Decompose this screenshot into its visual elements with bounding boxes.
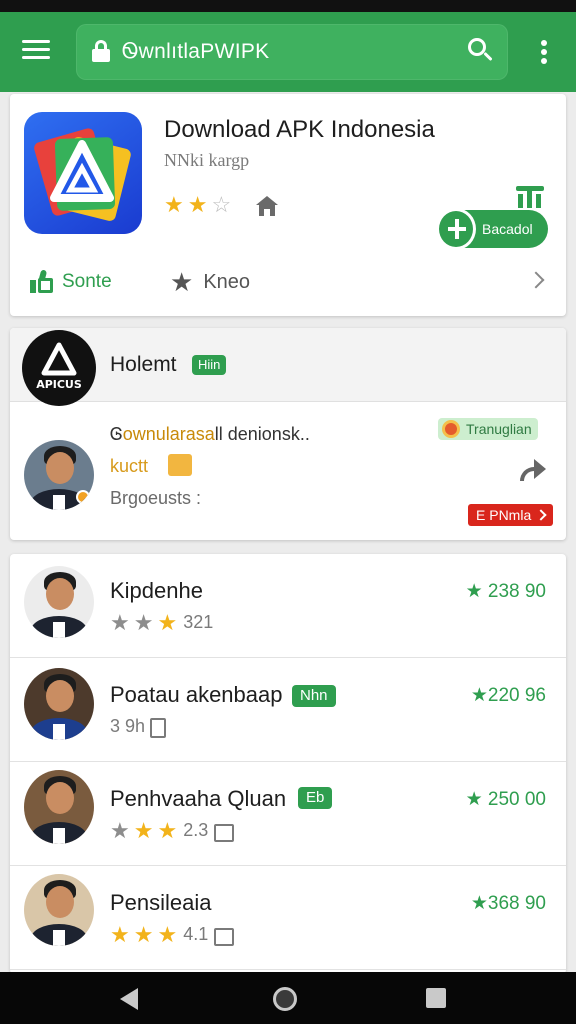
logo-triangle-icon	[41, 342, 77, 376]
translate-icon	[442, 420, 460, 438]
chevron-right-icon[interactable]	[527, 271, 545, 289]
document-icon	[150, 718, 166, 738]
star-icon: ★	[110, 818, 130, 843]
url-text[interactable]: ᏫwnlıtlaPWIPK	[122, 40, 269, 64]
star-icon: ★	[110, 610, 130, 635]
home-button-icon[interactable]	[273, 987, 297, 1011]
tag-icon	[168, 454, 192, 476]
item-badge: Eb	[298, 787, 333, 809]
star-icon: ★	[170, 267, 194, 297]
item-meta: 3 9h	[110, 716, 146, 736]
app-subtitle: NNki kargp	[164, 150, 250, 170]
favorite-button[interactable]: ★ Kneo	[170, 267, 251, 297]
list-item[interactable]: Pensileaia ★ ★ ★ 4.1 ★368 90	[10, 866, 566, 970]
avatar[interactable]	[24, 440, 94, 510]
post-title[interactable]: Ꮆownularasall denionsk..	[110, 424, 310, 445]
translate-chip[interactable]: Tranuglian	[438, 418, 538, 440]
like-label: Sonte	[62, 271, 112, 292]
community-badge: Hiin	[192, 355, 227, 375]
overflow-menu-icon[interactable]	[540, 40, 548, 66]
back-icon[interactable]	[120, 988, 138, 1010]
avatar	[24, 668, 94, 740]
post-meta: Brgoeusts :	[110, 488, 202, 508]
item-price: ★368 90	[470, 893, 546, 914]
community-card: APICUS Holemt Hiin Ꮆownularasall denions…	[10, 328, 566, 540]
post-title-highlight: ownularasa	[122, 424, 215, 444]
hero-actions: Sonte ★ Kneo	[10, 264, 566, 304]
premium-chip[interactable]: E PNmla	[468, 504, 554, 526]
item-price: ★220 96	[470, 685, 546, 706]
recents-icon[interactable]	[426, 988, 446, 1008]
item-name: Penhvaaha Qluan	[110, 786, 287, 811]
star-icon: ★	[110, 922, 130, 947]
post-tag-text: kuctt	[110, 456, 149, 476]
item-name: Kipdenhe	[110, 578, 203, 603]
post-title-prefix: Ꮆ	[110, 424, 123, 444]
bookmark-icon[interactable]	[214, 824, 234, 842]
item-badge: Nhn	[292, 685, 336, 707]
star-half-icon: ★	[157, 922, 178, 947]
star-half-icon: ★	[157, 818, 178, 843]
item-rating: ★ ★ ★ 2.3	[110, 820, 208, 842]
star-icon: ★	[133, 610, 154, 635]
address-bar[interactable]: ᏫwnlıtlaPWIPK	[76, 24, 508, 80]
home-icon[interactable]	[256, 196, 278, 216]
item-meta: 4.1	[183, 924, 209, 944]
item-rating: ★ ★ ★ 4.1	[110, 924, 208, 946]
star-icon: ★	[133, 818, 154, 843]
star-icon: ★	[187, 192, 208, 217]
list-item[interactable]: Kipdenhe ★ ★ ★ 321 ★ 238 90	[10, 554, 566, 658]
community-logo: APICUS	[22, 330, 96, 406]
avatar	[24, 874, 94, 946]
translate-chip-label: Tranuglian	[466, 421, 532, 437]
item-name: Pensileaia	[110, 890, 212, 915]
download-button-label: Bacadol	[482, 221, 533, 237]
community-post[interactable]: Ꮆownularasall denionsk.. kuctt Brgoeusts…	[10, 404, 566, 540]
app-rating: ★ ★ ☆	[164, 194, 231, 216]
item-price: ★ 250 00	[465, 789, 546, 810]
item-rating: ★ ★ ★ 321	[110, 612, 213, 634]
share-icon[interactable]	[520, 459, 546, 481]
search-icon[interactable]	[468, 38, 494, 64]
item-name: Poatau akenbaap	[110, 682, 283, 707]
bookmark-icon[interactable]	[214, 928, 234, 946]
app-bar: ᏫwnlıtlaPWIPK	[0, 12, 576, 92]
logo-text: APICUS	[36, 378, 82, 391]
app-title: Download APK Indonesia	[164, 116, 435, 143]
lock-icon	[92, 40, 110, 62]
star-icon: ★	[157, 610, 178, 635]
avatar	[24, 566, 94, 638]
download-icon	[436, 208, 476, 250]
stats-icon[interactable]	[516, 184, 544, 208]
system-nav-bar	[0, 972, 576, 1024]
app-header-card: Download APK Indonesia NNki kargp ★ ★ ☆ …	[10, 94, 566, 316]
list-item[interactable]: Penhvaaha Qluan Eb ★ ★ ★ 2.3 ★ 250 00	[10, 762, 566, 866]
list-item[interactable]: Poatau akenbaap Nhn 3 9h ★220 96	[10, 658, 566, 762]
item-meta: 2.3	[183, 820, 209, 840]
star-icon: ★	[133, 922, 154, 947]
download-button[interactable]: Bacadol	[436, 208, 548, 250]
app-list: Kipdenhe ★ ★ ★ 321 ★ 238 90 Poatau akenb…	[10, 554, 566, 974]
star-icon: ★	[164, 192, 184, 217]
menu-icon[interactable]	[22, 40, 50, 64]
favorite-label: Kneo	[203, 270, 251, 293]
community-header[interactable]: APICUS Holemt Hiin	[10, 328, 566, 406]
item-meta: 321	[183, 612, 214, 632]
avatar	[24, 770, 94, 844]
item-price: ★ 238 90	[465, 581, 546, 602]
app-logo	[24, 112, 142, 234]
community-title: Holemt	[110, 353, 177, 376]
post-title-rest: ll denionsk..	[214, 424, 310, 444]
status-bar	[0, 0, 576, 12]
thumbs-up-icon	[30, 269, 54, 294]
like-button[interactable]: Sonte	[30, 269, 112, 294]
star-empty-icon: ☆	[211, 192, 232, 217]
logo-triangle-icon	[50, 140, 114, 202]
